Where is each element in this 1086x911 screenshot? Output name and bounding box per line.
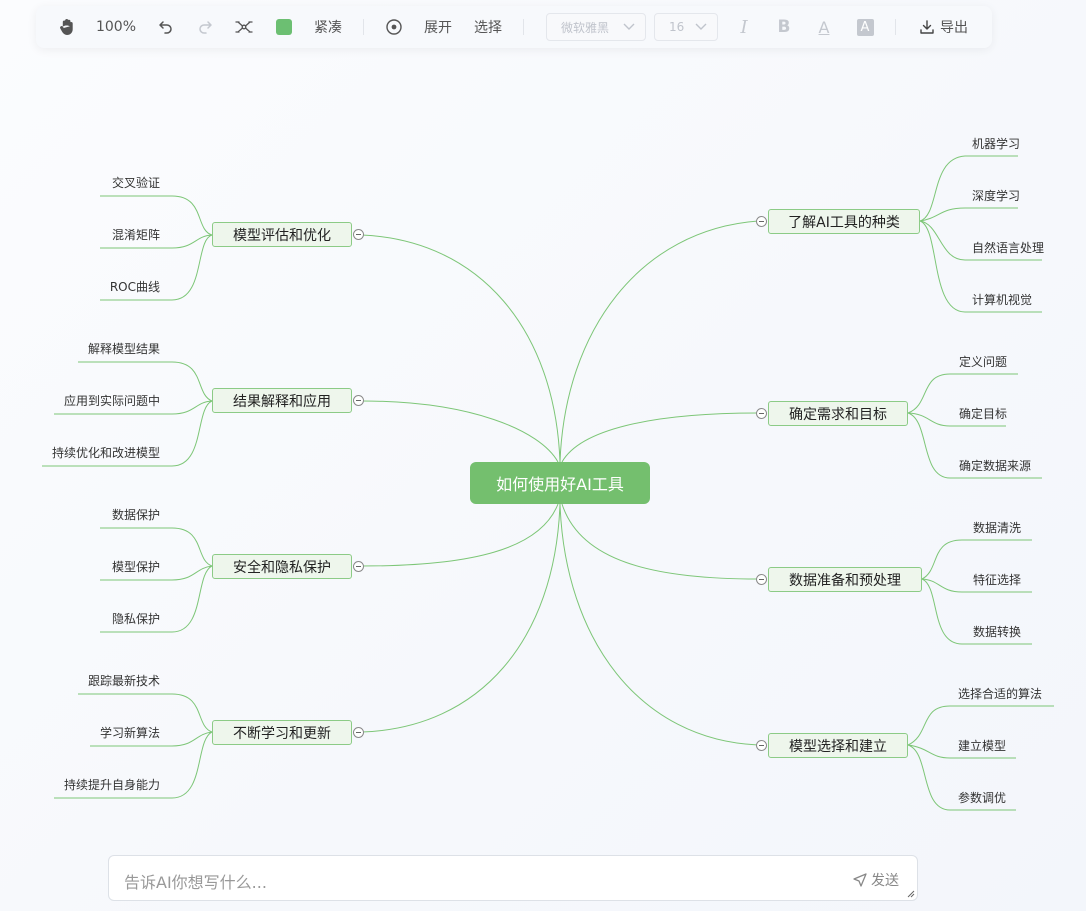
connector bbox=[561, 503, 759, 580]
send-label: 发送 bbox=[871, 873, 899, 889]
leaf-node[interactable]: 混淆矩阵 bbox=[112, 227, 160, 243]
leaf-node[interactable]: 解释模型结果 bbox=[88, 341, 160, 357]
branch-node[interactable]: 了解AI工具的种类 bbox=[768, 209, 920, 234]
leaf-node[interactable]: 选择合适的算法 bbox=[958, 686, 1042, 702]
leaf-node[interactable]: 持续提升自身能力 bbox=[64, 777, 160, 793]
connector bbox=[361, 400, 559, 463]
branch-node[interactable]: 模型评估和优化 bbox=[212, 222, 352, 247]
branch-node[interactable]: 数据准备和预处理 bbox=[768, 567, 922, 592]
connector bbox=[361, 234, 561, 463]
leaf-node[interactable]: 交叉验证 bbox=[112, 175, 160, 191]
connector bbox=[361, 503, 559, 567]
leaf-node[interactable]: 学习新算法 bbox=[100, 725, 160, 741]
prompt-input-box: 发送 bbox=[108, 855, 918, 901]
connector bbox=[559, 220, 759, 463]
collapse-icon[interactable] bbox=[756, 740, 767, 751]
resize-handle-icon[interactable] bbox=[907, 890, 915, 898]
leaf-node[interactable]: 深度学习 bbox=[972, 188, 1020, 204]
collapse-icon[interactable] bbox=[353, 561, 364, 572]
branch-node[interactable]: 不断学习和更新 bbox=[212, 720, 352, 745]
send-icon bbox=[853, 873, 867, 887]
leaf-node[interactable]: 跟踪最新技术 bbox=[88, 673, 160, 689]
collapse-icon[interactable] bbox=[756, 408, 767, 419]
connector bbox=[559, 503, 759, 746]
connector bbox=[919, 207, 1018, 222]
leaf-node[interactable]: 数据转换 bbox=[973, 624, 1021, 640]
leaf-node[interactable]: 自然语言处理 bbox=[972, 240, 1044, 256]
leaf-node[interactable]: ROC曲线 bbox=[110, 279, 160, 295]
leaf-node[interactable]: 特征选择 bbox=[973, 572, 1021, 588]
collapse-icon[interactable] bbox=[353, 395, 364, 406]
connector bbox=[561, 412, 759, 463]
leaf-node[interactable]: 建立模型 bbox=[958, 738, 1006, 754]
branch-node[interactable]: 确定需求和目标 bbox=[768, 401, 908, 426]
collapse-icon[interactable] bbox=[756, 216, 767, 227]
branch-node[interactable]: 模型选择和建立 bbox=[768, 733, 908, 758]
branch-node[interactable]: 安全和隐私保护 bbox=[212, 554, 352, 579]
mindmap-connectors bbox=[42, 155, 1054, 811]
leaf-node[interactable]: 应用到实际问题中 bbox=[64, 393, 160, 409]
leaf-node[interactable]: 参数调优 bbox=[958, 790, 1006, 806]
leaf-node[interactable]: 数据保护 bbox=[112, 507, 160, 523]
leaf-node[interactable]: 数据清洗 bbox=[973, 520, 1021, 536]
send-button[interactable]: 发送 bbox=[853, 870, 899, 890]
mindmap-root-node[interactable]: 如何使用好AI工具 bbox=[470, 462, 650, 504]
collapse-icon[interactable] bbox=[353, 229, 364, 240]
leaf-node[interactable]: 定义问题 bbox=[959, 354, 1007, 370]
leaf-node[interactable]: 确定数据来源 bbox=[959, 458, 1031, 474]
leaf-node[interactable]: 机器学习 bbox=[972, 136, 1020, 152]
collapse-icon[interactable] bbox=[353, 727, 364, 738]
leaf-node[interactable]: 隐私保护 bbox=[112, 611, 160, 627]
leaf-node[interactable]: 确定目标 bbox=[959, 406, 1007, 422]
connector bbox=[361, 503, 561, 733]
leaf-node[interactable]: 计算机视觉 bbox=[972, 292, 1032, 308]
leaf-node[interactable]: 持续优化和改进模型 bbox=[52, 445, 160, 461]
leaf-node[interactable]: 模型保护 bbox=[112, 559, 160, 575]
prompt-input[interactable] bbox=[109, 856, 917, 900]
collapse-icon[interactable] bbox=[756, 574, 767, 585]
branch-node[interactable]: 结果解释和应用 bbox=[212, 388, 352, 413]
